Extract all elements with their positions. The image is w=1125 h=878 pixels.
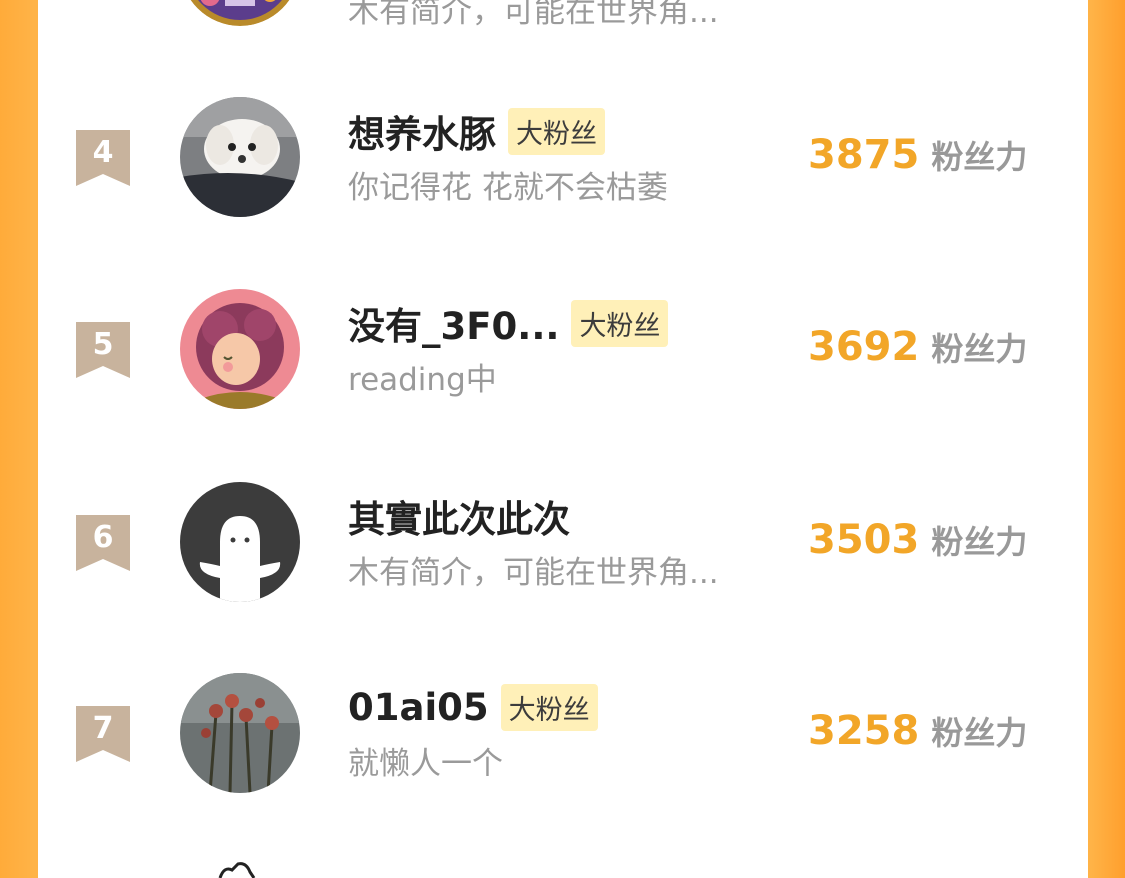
fan-ranking-panel: 木有简介，可能在世界角... 4 想养水豚 大粉丝 你记得花 花就不会枯萎 38… xyxy=(38,0,1088,878)
fan-score: 3258 粉丝力 xyxy=(808,708,1027,754)
fan-score-unit: 粉丝力 xyxy=(931,330,1028,368)
username[interactable]: 01ai05 xyxy=(348,686,489,729)
username[interactable]: 其實此次此次 xyxy=(348,489,570,543)
name-line: 01ai05 大粉丝 xyxy=(348,682,598,732)
username[interactable]: 想养水豚 xyxy=(348,104,496,158)
fan-level-badge: 大粉丝 xyxy=(571,299,669,347)
list-item-rank-4[interactable]: 4 想养水豚 大粉丝 你记得花 花就不会枯萎 3875 粉丝力 xyxy=(38,86,1088,226)
purple-illustration-avatar xyxy=(190,0,290,26)
list-item-rank-7[interactable]: 7 01ai05 大粉丝 就懒人一个 3258 粉丝力 xyxy=(38,662,1088,802)
list-item-rank-6[interactable]: 6 其實此次此次 木有简介，可能在世界角... 3503 粉丝力 xyxy=(38,471,1088,611)
partial-list-item-top[interactable]: 木有简介，可能在世界角... xyxy=(38,0,1088,40)
fan-score-value: 3503 xyxy=(808,517,920,563)
rank-badge: 7 xyxy=(76,706,130,762)
fan-score-unit: 粉丝力 xyxy=(931,523,1028,561)
rank-number: 6 xyxy=(92,520,114,555)
fan-score: 3875 粉丝力 xyxy=(808,132,1027,178)
name-line: 没有_3F0... 大粉丝 xyxy=(348,296,669,350)
user-avatar[interactable] xyxy=(180,0,300,26)
fan-score: 3503 粉丝力 xyxy=(808,517,1027,563)
fan-score: 3692 粉丝力 xyxy=(808,324,1027,370)
white-puppy-avatar xyxy=(180,97,300,217)
user-bio: 木有简介，可能在世界角... xyxy=(348,0,719,30)
rank-badge: 5 xyxy=(76,322,130,378)
rank-number: 5 xyxy=(92,327,114,362)
user-avatar[interactable] xyxy=(180,858,300,878)
fan-score-value: 3258 xyxy=(808,708,920,754)
name-line: 想养水豚 大粉丝 xyxy=(348,106,605,156)
user-avatar[interactable] xyxy=(180,97,300,217)
user-bio: reading中 xyxy=(348,362,497,398)
user-avatar[interactable] xyxy=(180,673,300,793)
list-item-rank-5[interactable]: 5 没有_3F0... 大粉丝 reading中 3692 粉丝力 xyxy=(38,278,1088,418)
user-bio: 就懒人一个 xyxy=(348,746,503,782)
fan-level-badge: 大粉丝 xyxy=(500,683,598,731)
fan-score-value: 3692 xyxy=(808,324,920,370)
user-bio: 木有简介，可能在世界角... xyxy=(348,555,719,591)
rank-number: 7 xyxy=(92,711,114,746)
default-ghost-avatar xyxy=(180,482,300,602)
partial-list-item-bottom[interactable] xyxy=(38,858,1088,878)
user-avatar[interactable] xyxy=(180,289,300,409)
user-avatar[interactable] xyxy=(180,482,300,602)
name-line: 其實此次此次 xyxy=(348,491,570,541)
roses-avatar xyxy=(180,673,300,793)
sketch-avatar xyxy=(218,862,256,878)
fan-score-unit: 粉丝力 xyxy=(931,714,1028,752)
rank-badge: 4 xyxy=(76,130,130,186)
cartoon-girl-avatar xyxy=(180,289,300,409)
fan-level-badge: 大粉丝 xyxy=(508,107,605,155)
user-bio: 你记得花 花就不会枯萎 xyxy=(348,170,668,206)
username[interactable]: 没有_3F0... xyxy=(348,296,559,350)
fan-score-value: 3875 xyxy=(808,132,920,178)
rank-badge: 6 xyxy=(76,515,130,571)
fan-score-unit: 粉丝力 xyxy=(931,138,1028,176)
rank-number: 4 xyxy=(92,135,114,170)
